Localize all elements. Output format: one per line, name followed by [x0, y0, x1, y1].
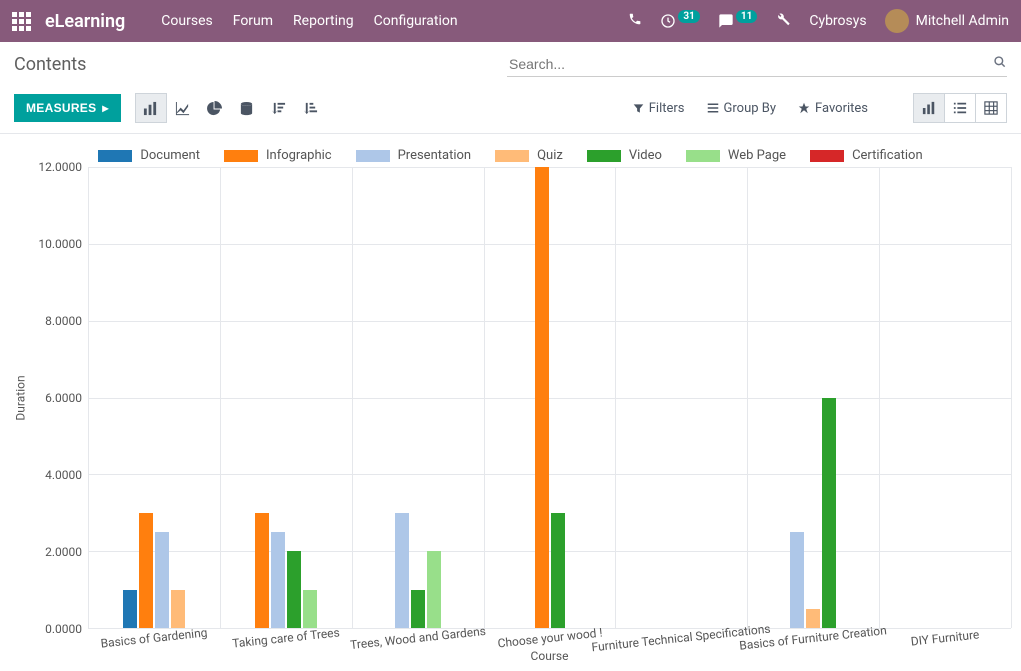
phone-icon[interactable]	[628, 12, 642, 30]
chart-bar[interactable]	[411, 590, 425, 628]
graph-view-icon[interactable]	[913, 93, 945, 123]
brand: eLearning	[45, 11, 125, 32]
sort-asc-icon[interactable]	[295, 93, 327, 123]
filters-button[interactable]: Filters	[633, 101, 685, 116]
company-switcher[interactable]: Cybrosys	[809, 13, 866, 29]
messages-badge: 11	[736, 10, 757, 23]
favorites-button[interactable]: Favorites	[798, 101, 868, 116]
x-tick-label: Basics of Gardening	[100, 625, 208, 650]
chart-bar[interactable]	[427, 551, 441, 628]
chart-bar[interactable]	[535, 167, 549, 628]
caret-right-icon: ▸	[102, 101, 108, 115]
x-axis-ticks: Basics of GardeningTaking care of TreesT…	[88, 629, 1011, 647]
pivot-view-icon[interactable]	[975, 93, 1007, 123]
measures-button[interactable]: MEASURES ▸	[14, 94, 121, 122]
legend-swatch	[356, 150, 390, 162]
legend-swatch	[98, 150, 132, 162]
y-tick-label: 4.0000	[45, 468, 82, 482]
y-tick-label: 8.0000	[45, 314, 82, 328]
chart-bar[interactable]	[287, 551, 301, 628]
chart-bar[interactable]	[271, 532, 285, 628]
control-toolbar: MEASURES ▸ Filters Group By	[0, 87, 1021, 134]
line-chart-icon[interactable]	[167, 93, 199, 123]
chart-plot	[88, 167, 1011, 629]
legend-label: Infographic	[266, 148, 332, 163]
nav-courses[interactable]: Courses	[161, 13, 212, 29]
legend-label: Presentation	[398, 148, 472, 163]
user-menu[interactable]: Mitchell Admin	[885, 9, 1009, 33]
y-tick-label: 6.0000	[45, 391, 82, 405]
chart-bar[interactable]	[790, 532, 804, 628]
chart-container: Document Infographic Presentation Quiz Video…	[0, 134, 1021, 671]
legend-label: Video	[629, 148, 662, 163]
chart-bar[interactable]	[822, 398, 836, 629]
search-icon[interactable]	[993, 55, 1007, 73]
filters-label: Filters	[649, 101, 685, 116]
list-view-icon[interactable]	[944, 93, 976, 123]
group-by-label: Group By	[724, 101, 777, 116]
chart-bar[interactable]	[255, 513, 269, 628]
user-name: Mitchell Admin	[916, 13, 1009, 29]
chart-bar[interactable]	[395, 513, 409, 628]
nav-configuration[interactable]: Configuration	[374, 13, 458, 29]
legend-item[interactable]: Presentation	[356, 148, 472, 163]
x-tick-label: DIY Furniture	[910, 627, 980, 648]
legend-label: Document	[140, 148, 200, 163]
y-axis-label: Duration	[14, 375, 28, 420]
chart-bar[interactable]	[155, 532, 169, 628]
stacked-chart-icon[interactable]	[231, 93, 263, 123]
pie-chart-icon[interactable]	[199, 93, 231, 123]
y-tick-label: 12.0000	[38, 160, 82, 174]
x-axis-label: Course	[88, 647, 1011, 665]
search-input[interactable]	[507, 52, 993, 76]
tools-icon[interactable]	[775, 11, 791, 31]
legend-item[interactable]: Infographic	[224, 148, 332, 163]
legend-item[interactable]: Video	[587, 148, 662, 163]
y-tick-label: 10.0000	[38, 237, 82, 251]
bar-chart-icon[interactable]	[135, 93, 167, 123]
nav-forum[interactable]: Forum	[233, 13, 273, 29]
y-tick-label: 0.0000	[45, 622, 82, 636]
page-title: Contents	[14, 54, 86, 75]
activities-icon[interactable]: 31	[660, 13, 699, 29]
measures-label: MEASURES	[26, 101, 96, 115]
nav-reporting[interactable]: Reporting	[293, 13, 354, 29]
legend-swatch	[587, 150, 621, 162]
apps-icon[interactable]	[12, 12, 31, 31]
x-tick-label: Taking care of Trees	[231, 625, 340, 650]
avatar	[885, 9, 909, 33]
chart-bar[interactable]	[139, 513, 153, 628]
legend-label: Quiz	[537, 148, 563, 163]
legend-swatch	[224, 150, 258, 162]
legend-item[interactable]: Web Page	[686, 148, 786, 163]
legend-swatch	[686, 150, 720, 162]
favorites-label: Favorites	[815, 101, 868, 116]
view-switch	[914, 93, 1007, 123]
messages-icon[interactable]: 11	[718, 13, 757, 29]
legend-swatch	[495, 150, 529, 162]
chart-bar[interactable]	[551, 513, 565, 628]
chart-bar[interactable]	[806, 609, 820, 628]
chart-type-switch	[135, 93, 327, 123]
x-tick-label: Choose your wood !	[496, 626, 602, 651]
activities-badge: 31	[678, 10, 699, 23]
breadcrumb-bar: Contents	[0, 42, 1021, 87]
main-nav: Courses Forum Reporting Configuration	[161, 13, 457, 29]
legend-label: Web Page	[728, 148, 786, 163]
sort-desc-icon[interactable]	[263, 93, 295, 123]
legend-item[interactable]: Document	[98, 148, 200, 163]
chart-bar[interactable]	[303, 590, 317, 628]
chart-legend: Document Infographic Presentation Quiz Video…	[10, 142, 1011, 167]
legend-label: Certification	[852, 148, 923, 163]
legend-swatch	[810, 150, 844, 162]
legend-item[interactable]: Certification	[810, 148, 923, 163]
y-axis-ticks: 0.00002.00004.00006.00008.000010.000012.…	[32, 167, 88, 629]
chart-bar[interactable]	[171, 590, 185, 628]
search-box[interactable]	[507, 52, 1007, 77]
app-header: eLearning Courses Forum Reporting Config…	[0, 0, 1021, 42]
y-tick-label: 2.0000	[45, 545, 82, 559]
legend-item[interactable]: Quiz	[495, 148, 563, 163]
chart-bar[interactable]	[123, 590, 137, 628]
group-by-button[interactable]: Group By	[707, 101, 777, 116]
